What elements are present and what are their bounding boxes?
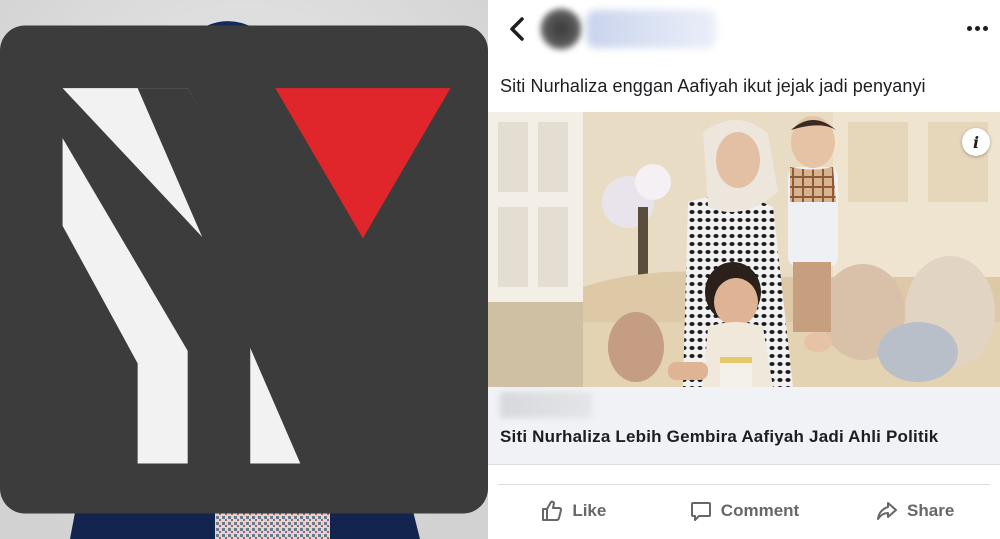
left-portrait-photo [0, 0, 488, 539]
comment-button[interactable]: Comment [659, 486, 830, 536]
share-label: Share [907, 501, 955, 520]
like-button[interactable]: Like [488, 486, 659, 536]
speech-bubble-icon [690, 502, 711, 521]
post-text: Siti Nurhaliza enggan Aafiyah ikut jejak… [500, 76, 926, 96]
action-bar: Like Comment Share [488, 486, 1000, 536]
avatar[interactable] [540, 8, 582, 50]
comment-label: Comment [720, 501, 800, 520]
blurred-profile-name[interactable] [586, 10, 716, 48]
post-header [488, 0, 1000, 58]
brand-logo [0, 25, 488, 514]
link-title[interactable]: Siti Nurhaliza Lebih Gembira Aafiyah Jad… [500, 427, 938, 447]
blurred-link-domain [500, 392, 592, 418]
actions-divider [498, 484, 990, 485]
family-photo-illustration [488, 112, 1000, 387]
link-preview-image[interactable]: i [488, 112, 1000, 387]
share-arrow-icon [877, 502, 898, 520]
link-preview-caption[interactable]: Siti Nurhaliza Lebih Gembira Aafiyah Jad… [488, 387, 1000, 465]
facebook-post: Siti Nurhaliza enggan Aafiyah ikut jejak… [488, 0, 1000, 539]
like-label: Like [572, 501, 607, 520]
thumbs-up-icon [542, 500, 563, 521]
more-dots-icon[interactable] [964, 18, 990, 38]
share-button[interactable]: Share [829, 486, 1000, 536]
info-icon[interactable]: i [962, 128, 990, 156]
blurred-profile[interactable] [528, 4, 718, 54]
